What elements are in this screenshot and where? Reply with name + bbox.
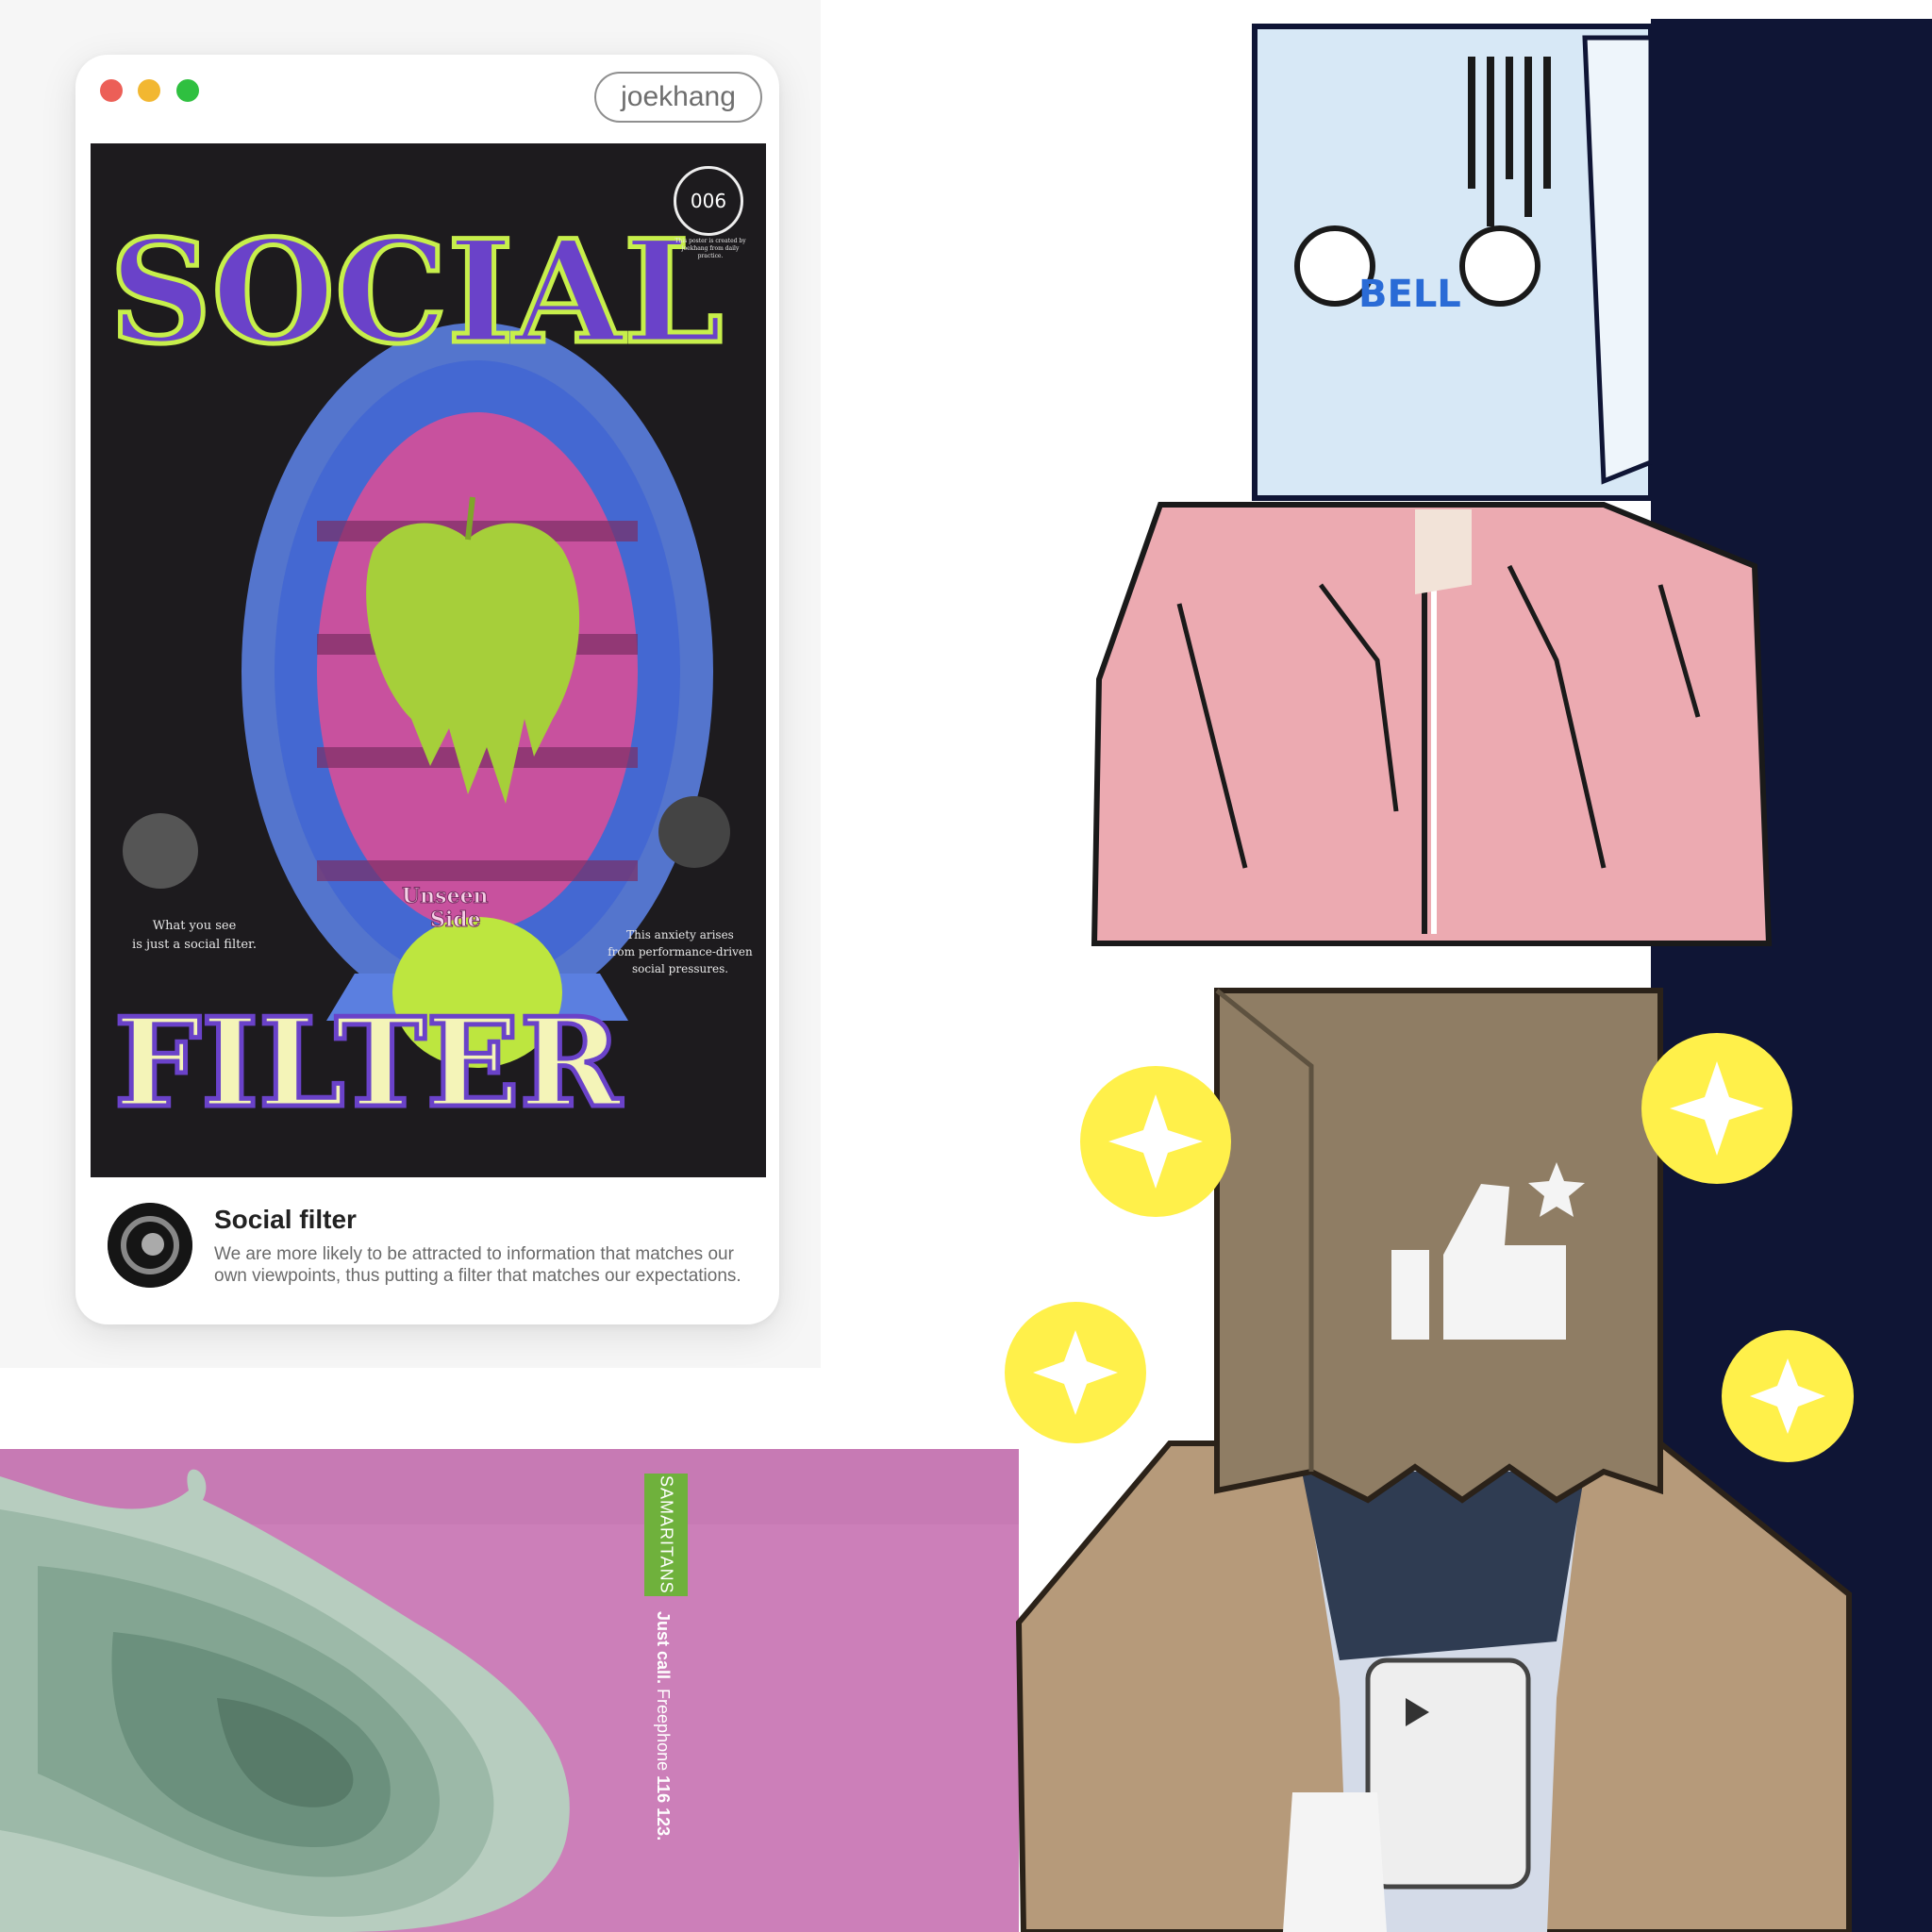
poster-left-figure xyxy=(123,813,198,889)
samaritans-logo: SAMARITANS xyxy=(644,1474,688,1596)
post-description: We are more likely to be attracted to in… xyxy=(214,1244,741,1286)
svg-text:Unseen: Unseen xyxy=(402,884,489,908)
svg-text:BELL: BELL xyxy=(1358,273,1461,316)
right-caption-line3: social pressures. xyxy=(631,962,729,975)
right-caption-line1: This anxiety arises xyxy=(626,928,734,941)
poster-number-badge: 006 xyxy=(674,166,743,236)
tagline-rest: Freephone xyxy=(654,1684,673,1776)
svg-text:SOCIAL: SOCIAL xyxy=(109,209,723,375)
maximize-window-button[interactable] xyxy=(176,79,199,102)
tagline-bold: Just call. xyxy=(654,1611,673,1685)
poster-badge-caption: This poster is created by joekhang from … xyxy=(675,238,746,259)
poster-right-figure xyxy=(658,796,730,868)
left-caption-line1: What you see xyxy=(152,919,237,933)
phone-number: 116 123. xyxy=(654,1775,673,1841)
samaritans-tagline: Just call. Freephone 116 123. xyxy=(653,1611,673,1840)
post-title: Social filter xyxy=(214,1205,357,1234)
close-window-button[interactable] xyxy=(100,79,123,102)
author-avatar[interactable] xyxy=(108,1203,192,1288)
right-caption-line2: from performance-driven xyxy=(608,945,753,958)
svg-text:Side: Side xyxy=(430,908,481,932)
minimize-window-button[interactable] xyxy=(138,79,160,102)
social-filter-poster[interactable]: SOCIAL FILTER Unseen Side 006 This poste… xyxy=(91,143,766,1177)
left-caption-line2: is just a social filter. xyxy=(132,938,257,952)
poster-artwork: SOCIAL FILTER Unseen Side xyxy=(91,143,766,1177)
samaritans-poster xyxy=(0,1449,1019,1932)
username-pill[interactable]: joekhang xyxy=(594,72,762,123)
svg-text:FILTER: FILTER xyxy=(114,991,623,1135)
